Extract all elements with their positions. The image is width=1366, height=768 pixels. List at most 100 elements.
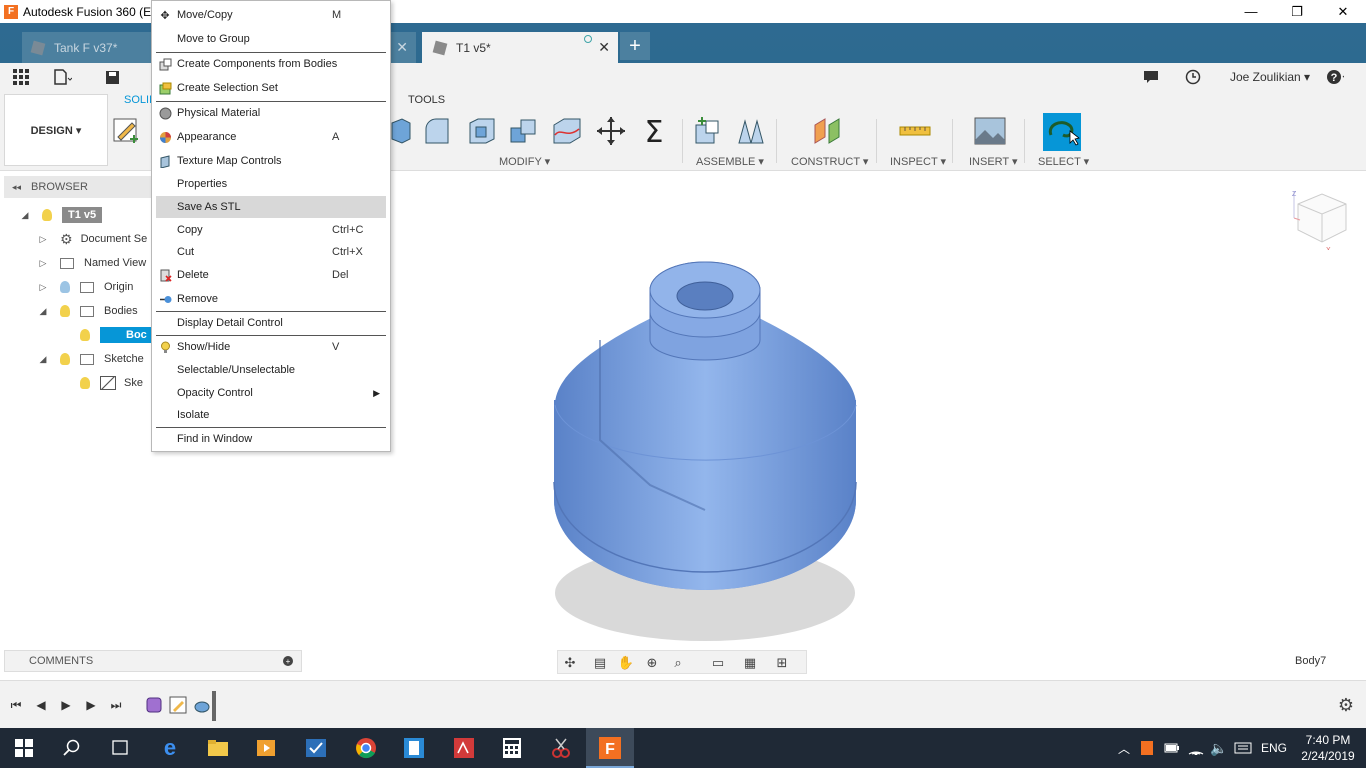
- visibility-bulb-icon[interactable]: [60, 281, 70, 293]
- create-sketch-icon[interactable]: [112, 115, 144, 147]
- move-copy-icon[interactable]: [595, 115, 627, 147]
- tab-tools[interactable]: TOOLS: [408, 94, 445, 106]
- comments-panel[interactable]: COMMENTS +: [4, 650, 302, 672]
- timeline-marker[interactable]: [212, 691, 216, 721]
- keyboard-icon[interactable]: [1230, 735, 1256, 761]
- menu-selectable-unselectable[interactable]: Selectable/Unselectable: [156, 359, 386, 381]
- tree-item-document-settings[interactable]: ▷ ⚙ Document Se: [38, 228, 148, 250]
- offset-plane-icon[interactable]: [811, 115, 843, 147]
- fusion-360-taskbar-icon[interactable]: F: [597, 735, 623, 761]
- new-component-icon[interactable]: [692, 115, 724, 147]
- split-face-icon[interactable]: [551, 115, 583, 147]
- restore-button[interactable]: ❐: [1274, 0, 1320, 23]
- selected-body-chip[interactable]: Boc: [100, 327, 153, 343]
- menu-find-in-window[interactable]: Find in Window: [156, 428, 386, 450]
- notifications-icon[interactable]: [1142, 68, 1160, 86]
- combine-icon[interactable]: [508, 115, 540, 147]
- collapse-browser-icon[interactable]: ◂◂: [12, 182, 21, 193]
- insert-image-icon[interactable]: [974, 115, 1006, 147]
- menu-move-copy[interactable]: ✥ Move/Copy M: [156, 4, 386, 26]
- tree-item-sketches[interactable]: ◢ Sketche: [38, 348, 144, 370]
- task-view-icon[interactable]: [107, 735, 133, 761]
- file-explorer-icon[interactable]: [205, 735, 231, 761]
- modify-group[interactable]: MODIFY ▾: [499, 155, 550, 168]
- snipping-tool-icon[interactable]: [548, 735, 574, 761]
- tree-item-named-views[interactable]: ▷ Named View: [38, 252, 147, 274]
- assemble-group[interactable]: ASSEMBLE ▾: [696, 155, 764, 168]
- volume-icon[interactable]: 🔈: [1206, 735, 1232, 761]
- inspect-group[interactable]: INSPECT ▾: [890, 155, 946, 168]
- tasks-check-icon[interactable]: [303, 735, 329, 761]
- menu-show-hide[interactable]: Show/Hide V: [156, 336, 386, 358]
- shell-icon[interactable]: [466, 115, 498, 147]
- menu-physical-material[interactable]: Physical Material: [156, 102, 386, 124]
- press-pull-icon[interactable]: [390, 115, 422, 147]
- chrome-browser-icon[interactable]: [353, 735, 379, 761]
- expand-arrow-icon[interactable]: ▷: [38, 234, 48, 244]
- collapse-arrow-icon[interactable]: ◢: [20, 210, 30, 220]
- select-group[interactable]: SELECT ▾: [1038, 155, 1089, 168]
- select-icon[interactable]: [1043, 113, 1081, 151]
- menu-copy[interactable]: Copy Ctrl+C: [156, 219, 386, 241]
- display-settings-icon[interactable]: ▭: [710, 655, 726, 671]
- battery-icon[interactable]: [1159, 735, 1185, 761]
- visibility-bulb-icon[interactable]: [42, 209, 52, 221]
- expand-arrow-icon[interactable]: ▷: [38, 258, 48, 268]
- tree-item-origin[interactable]: ▷ Origin: [38, 276, 133, 298]
- visibility-bulb-icon[interactable]: [80, 377, 90, 389]
- menu-opacity-control[interactable]: Opacity Control ▶: [156, 382, 386, 404]
- go-to-start-icon[interactable]: ⏮: [8, 697, 24, 713]
- file-menu-icon[interactable]: [54, 68, 72, 86]
- help-icon[interactable]: ?: [1326, 68, 1344, 86]
- add-comment-icon[interactable]: +: [283, 656, 293, 666]
- close-tab-icon[interactable]: ✕: [598, 39, 610, 56]
- visibility-bulb-icon[interactable]: [80, 329, 90, 341]
- collapse-arrow-icon[interactable]: ◢: [38, 354, 48, 364]
- user-account-menu[interactable]: Joe Zoulikian ▾: [1230, 70, 1310, 84]
- go-to-end-icon[interactable]: ⏭: [108, 697, 124, 713]
- menu-create-components[interactable]: Create Components from Bodies: [156, 53, 386, 75]
- job-status-clock-icon[interactable]: [1184, 68, 1202, 86]
- tray-app-icon[interactable]: [1134, 735, 1160, 761]
- pdf-app-icon[interactable]: [451, 735, 477, 761]
- model-body-render[interactable]: [540, 250, 870, 650]
- input-language[interactable]: ENG: [1261, 741, 1287, 755]
- new-tab-button[interactable]: +: [620, 32, 650, 60]
- close-window-button[interactable]: ✕: [1320, 0, 1366, 23]
- joint-icon[interactable]: [735, 115, 767, 147]
- timeline-feature-revolve-icon[interactable]: [193, 696, 211, 714]
- step-back-icon[interactable]: ◀: [33, 697, 49, 713]
- visibility-bulb-icon[interactable]: [60, 305, 70, 317]
- menu-cut[interactable]: Cut Ctrl+X: [156, 241, 386, 263]
- insert-group[interactable]: INSERT ▾: [969, 155, 1018, 168]
- zoom-icon[interactable]: ⊕: [644, 655, 660, 671]
- document-app-icon[interactable]: [401, 735, 427, 761]
- system-clock[interactable]: 7:40 PM 2/24/2019: [1298, 732, 1358, 764]
- tab-t1[interactable]: T1 v5* ✕: [422, 32, 618, 63]
- pan-hand-icon[interactable]: ✋: [618, 655, 634, 671]
- workspace-switcher[interactable]: DESIGN ▾: [4, 94, 108, 166]
- step-forward-icon[interactable]: ▶: [83, 697, 99, 713]
- timeline-feature-body-icon[interactable]: [145, 696, 163, 714]
- grid-settings-icon[interactable]: ▦: [742, 655, 758, 671]
- menu-create-selection-set[interactable]: Create Selection Set: [156, 77, 386, 99]
- calculator-icon[interactable]: [499, 735, 525, 761]
- menu-isolate[interactable]: Isolate: [156, 404, 386, 426]
- minimize-button[interactable]: —: [1228, 0, 1274, 23]
- tree-item-bodies[interactable]: ◢ Bodies: [38, 300, 138, 322]
- media-player-icon[interactable]: [253, 735, 279, 761]
- windows-start-icon[interactable]: [11, 735, 37, 761]
- look-at-icon[interactable]: ▤: [592, 655, 608, 671]
- viewports-icon[interactable]: ⊞: [774, 655, 790, 671]
- menu-properties[interactable]: Properties: [156, 173, 386, 195]
- menu-delete[interactable]: Delete Del: [156, 264, 386, 286]
- menu-display-detail-control[interactable]: Display Detail Control: [156, 312, 386, 334]
- fillet-icon[interactable]: [422, 115, 454, 147]
- menu-save-as-stl[interactable]: Save As STL: [156, 196, 386, 218]
- visibility-bulb-icon[interactable]: [60, 353, 70, 365]
- expand-arrow-icon[interactable]: ▷: [38, 282, 48, 292]
- menu-remove[interactable]: Remove: [156, 288, 386, 310]
- browser-header[interactable]: ◂◂ BROWSER: [4, 176, 152, 198]
- tree-item-body[interactable]: Boc: [80, 324, 153, 346]
- menu-texture-map-controls[interactable]: Texture Map Controls: [156, 150, 386, 172]
